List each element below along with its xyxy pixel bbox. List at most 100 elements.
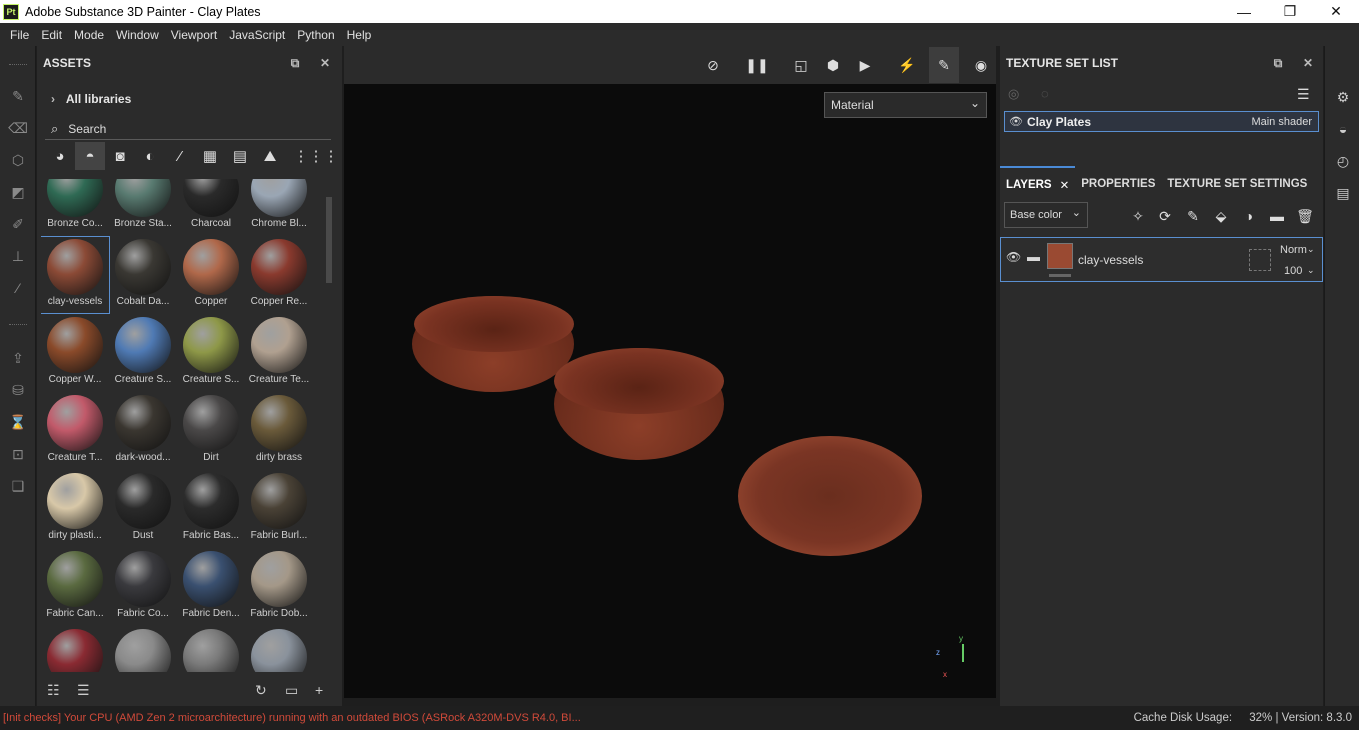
close-tab-icon[interactable]: ✕: [1060, 178, 1070, 192]
paint-brush-icon[interactable]: ✎: [8, 86, 28, 106]
filter-alphas-icon[interactable]: ▤: [225, 142, 255, 170]
color-picker-icon[interactable]: ⁄: [8, 278, 28, 298]
add-icon[interactable]: +: [315, 682, 323, 698]
add-mask-icon[interactable]: ◑: [1239, 206, 1259, 226]
asset-tile[interactable]: [41, 627, 109, 672]
filter-smart-materials-icon[interactable]: ◓: [75, 142, 105, 170]
asset-tile[interactable]: Creature T...: [41, 393, 109, 469]
asset-tile[interactable]: Copper W...: [41, 315, 109, 391]
menu-python[interactable]: Python: [291, 28, 340, 42]
float-panel-icon[interactable]: ⧉: [287, 55, 303, 71]
3d-viewport[interactable]: Material ⌄ y z x: [344, 84, 996, 698]
log-icon[interactable]: ▤: [1334, 184, 1352, 202]
asset-tile[interactable]: Dirt: [177, 393, 245, 469]
asset-search[interactable]: ⌕ Search: [45, 118, 331, 140]
layer-row[interactable]: 👁 ▬ clay-vessels Norm ⌄ 100 ⌄: [1000, 237, 1323, 282]
list-view-icon[interactable]: ☰: [77, 682, 90, 699]
visibility-icon[interactable]: ◌: [1041, 86, 1049, 101]
add-folder-icon[interactable]: ▬: [1267, 206, 1287, 226]
filter-environments-icon[interactable]: ⛰: [255, 142, 285, 170]
asset-tile[interactable]: Copper: [177, 237, 245, 313]
shelf-icon[interactable]: ⊡: [8, 444, 28, 464]
screenshot-icon[interactable]: ◉: [970, 55, 992, 75]
hide-icon[interactable]: ⊘: [702, 55, 724, 75]
asset-tile[interactable]: Cobalt Da...: [109, 237, 177, 313]
grid-view-icon[interactable]: ⋮⋮⋮: [294, 142, 339, 170]
viewport-mode-select[interactable]: Material ⌄: [824, 92, 987, 118]
close-button[interactable]: ✕: [1313, 0, 1359, 23]
delete-icon[interactable]: 🗑: [1295, 206, 1315, 226]
library-settings-icon[interactable]: ☷: [47, 682, 60, 699]
layer-name[interactable]: clay-vessels: [1078, 253, 1143, 267]
add-paint-layer-icon[interactable]: ✎: [1183, 206, 1203, 226]
tab-properties[interactable]: PROPERTIES: [1075, 166, 1161, 202]
menu-mode[interactable]: Mode: [68, 28, 110, 42]
cube-icon[interactable]: ⬢: [822, 55, 844, 75]
asset-tile[interactable]: dark-wood...: [109, 393, 177, 469]
asset-tile[interactable]: Dust: [109, 471, 177, 547]
menu-viewport[interactable]: Viewport: [165, 28, 223, 42]
visibility-off-icon[interactable]: ◎: [1008, 86, 1019, 101]
close-panel-icon[interactable]: ✕: [1300, 55, 1316, 71]
minimize-button[interactable]: —: [1221, 0, 1267, 23]
magic-wand-icon[interactable]: ✧: [1128, 206, 1148, 226]
history-icon[interactable]: ◴: [1334, 152, 1352, 170]
maximize-button[interactable]: ❐: [1267, 0, 1313, 23]
filter-masks-icon[interactable]: ◙: [105, 142, 135, 170]
asset-tile[interactable]: Fabric Den...: [177, 549, 245, 625]
asset-scrollbar[interactable]: [326, 179, 332, 672]
geometry-mask-icon[interactable]: ◩: [8, 182, 28, 202]
learn-icon[interactable]: ❑: [8, 476, 28, 496]
menu-file[interactable]: File: [4, 28, 35, 42]
blend-mode[interactable]: Norm: [1280, 244, 1307, 256]
asset-tile[interactable]: Fabric Can...: [41, 549, 109, 625]
clone-stamp-icon[interactable]: ⊥: [8, 246, 28, 266]
shader-label[interactable]: Main shader: [1251, 116, 1312, 128]
viewer-settings-icon[interactable]: ◒: [1334, 120, 1352, 138]
menu-icon[interactable]: ☰: [1297, 86, 1310, 103]
asset-tile[interactable]: Creature S...: [109, 315, 177, 391]
asset-tile[interactable]: Fabric Dob...: [245, 549, 313, 625]
filter-materials-icon[interactable]: ◕: [45, 142, 75, 170]
symmetry-icon[interactable]: ⚡: [896, 55, 918, 75]
folder-icon[interactable]: ▭: [285, 682, 298, 699]
eraser-icon[interactable]: ⌫: [8, 118, 28, 138]
display-settings-icon[interactable]: ⚙: [1334, 88, 1352, 106]
smudge-icon[interactable]: ✐: [8, 214, 28, 234]
search-input[interactable]: Search: [68, 122, 106, 136]
tab-layers[interactable]: LAYERS ✕: [1000, 166, 1076, 202]
pause-icon[interactable]: ❚❚: [745, 55, 768, 75]
asset-tile[interactable]: dirty brass: [245, 393, 313, 469]
projection-icon[interactable]: ⬡: [8, 150, 28, 170]
asset-tile[interactable]: Charcoal: [177, 179, 245, 235]
asset-tile[interactable]: Fabric Bas...: [177, 471, 245, 547]
eye-icon[interactable]: 👁: [1006, 250, 1021, 264]
library-selector[interactable]: › All libraries: [51, 92, 131, 106]
asset-tile[interactable]: [245, 627, 313, 672]
asset-tile[interactable]: clay-vessels: [41, 236, 110, 314]
layer-opacity[interactable]: 100: [1284, 265, 1302, 277]
asset-tile[interactable]: Chrome Bl...: [245, 179, 313, 235]
filter-generators-icon[interactable]: ◐: [135, 142, 165, 170]
camera-video-icon[interactable]: ▶: [854, 55, 876, 75]
asset-tile[interactable]: dirty plasti...: [41, 471, 109, 547]
menu-javascript[interactable]: JavaScript: [223, 28, 291, 42]
filter-brushes-icon[interactable]: ⁄: [165, 142, 195, 170]
eye-icon[interactable]: 👁: [1009, 115, 1023, 128]
menu-window[interactable]: Window: [110, 28, 165, 42]
channel-select[interactable]: Base color ⌄: [1004, 202, 1088, 228]
add-fill-layer-icon[interactable]: ⬙: [1211, 206, 1231, 226]
filter-textures-icon[interactable]: ▦: [195, 142, 225, 170]
close-panel-icon[interactable]: ✕: [317, 55, 333, 71]
texture-set-row[interactable]: 👁 Clay Plates Main shader: [1004, 111, 1319, 132]
asset-tile[interactable]: Creature Te...: [245, 315, 313, 391]
paint-mode-icon[interactable]: ✎: [929, 47, 959, 83]
asset-tile[interactable]: Bronze Sta...: [109, 179, 177, 235]
split-view-icon[interactable]: ◱: [790, 55, 812, 75]
smart-mask-icon[interactable]: ⟳: [1155, 206, 1175, 226]
asset-tile[interactable]: Creature S...: [177, 315, 245, 391]
tab-texture-set-settings[interactable]: TEXTURE SET SETTINGS: [1161, 166, 1313, 202]
asset-tile[interactable]: [109, 627, 177, 672]
history-icon[interactable]: ⌛: [8, 412, 28, 432]
asset-tile[interactable]: Copper Re...: [245, 237, 313, 313]
